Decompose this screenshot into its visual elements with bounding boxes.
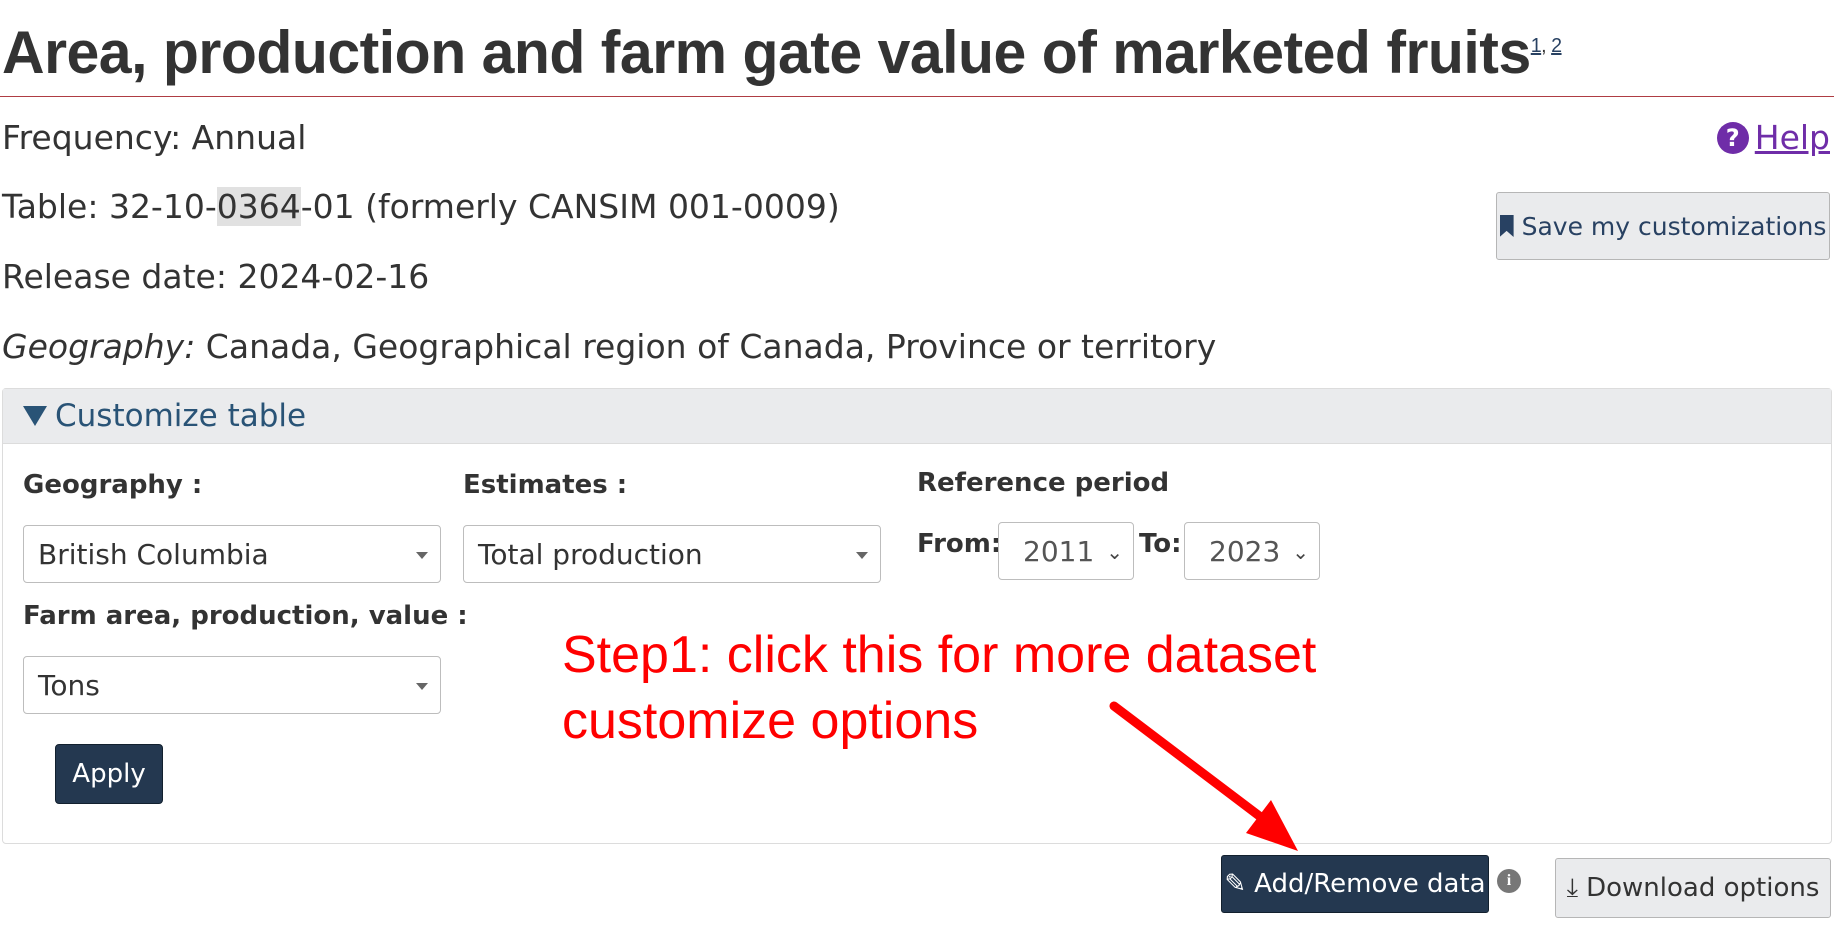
download-icon: ⤓ xyxy=(1566,872,1579,903)
apply-button[interactable]: Apply xyxy=(55,744,163,804)
table-id-prefix: Table: 32-10- xyxy=(2,187,217,226)
geography-field-label: Geography : xyxy=(23,470,203,500)
farm-area-select-value: Tons xyxy=(38,668,100,702)
customize-table-header: Customize table xyxy=(55,398,307,434)
chevron-down-icon: ⌄ xyxy=(1106,540,1123,564)
help-label: Help xyxy=(1754,118,1830,157)
caret-down-icon xyxy=(416,683,428,690)
table-id-highlight: 0364 xyxy=(216,187,301,226)
chevron-down-icon: ⌄ xyxy=(1292,540,1309,564)
footnote-1-link[interactable]: 1 xyxy=(1531,35,1542,57)
reference-period-label: Reference period xyxy=(917,468,1170,498)
triangle-down-icon xyxy=(23,406,47,426)
footnote-separator: , xyxy=(1541,35,1547,57)
pencil-icon: ✎ xyxy=(1224,869,1247,899)
table-id-text: Table: 32-10-0364-01 (formerly CANSIM 00… xyxy=(2,187,840,226)
from-label: From: xyxy=(917,529,1002,559)
estimates-select[interactable]: Total production xyxy=(463,525,881,583)
page-title: Area, production and farm gate value of … xyxy=(2,18,1562,87)
bookmark-icon xyxy=(1499,215,1514,237)
to-label: To: xyxy=(1139,529,1182,559)
geography-select-value: British Columbia xyxy=(38,537,269,571)
geography-select[interactable]: British Columbia xyxy=(23,525,441,583)
page-title-text: Area, production and farm gate value of … xyxy=(2,19,1531,86)
caret-down-icon xyxy=(416,552,428,559)
footnotes: 1, 2 xyxy=(1531,35,1562,57)
from-year-value: 2011 xyxy=(1023,534,1095,568)
add-remove-data-label: Add/Remove data xyxy=(1254,869,1486,899)
caret-down-icon xyxy=(856,552,868,559)
geography-text: Geography: Canada, Geographical region o… xyxy=(2,327,1216,366)
farm-area-field-label: Farm area, production, value : xyxy=(23,601,468,631)
table-id-suffix: -01 (formerly CANSIM 001-0009) xyxy=(300,187,840,226)
question-circle-icon: ? xyxy=(1716,121,1749,154)
add-remove-data-button[interactable]: ✎ Add/Remove data xyxy=(1221,855,1489,913)
annotation-text: Step1: click this for more dataset custo… xyxy=(562,626,1317,750)
title-divider xyxy=(0,96,1834,97)
page-root: Area, production and farm gate value of … xyxy=(0,0,1834,926)
to-year-select[interactable]: 2023 ⌄ xyxy=(1184,522,1320,580)
info-icon[interactable]: i xyxy=(1497,869,1521,893)
frequency-text: Frequency: Annual xyxy=(2,118,307,157)
save-customizations-button[interactable]: Save my customizations xyxy=(1496,192,1830,260)
customize-table-toggle[interactable]: Customize table xyxy=(3,389,1831,444)
release-date-text: Release date: 2024-02-16 xyxy=(2,257,430,296)
save-customizations-label: Save my customizations xyxy=(1521,211,1827,241)
from-year-select[interactable]: 2011 ⌄ xyxy=(998,522,1134,580)
footnote-2-link[interactable]: 2 xyxy=(1551,35,1562,57)
geography-label: Geography: xyxy=(2,327,196,366)
download-options-button[interactable]: ⤓ Download options xyxy=(1555,858,1831,918)
to-year-value: 2023 xyxy=(1209,534,1281,568)
help-link[interactable]: ? Help xyxy=(1716,118,1830,157)
estimates-field-label: Estimates : xyxy=(463,470,628,500)
download-options-label: Download options xyxy=(1586,873,1820,903)
farm-area-select[interactable]: Tons xyxy=(23,656,441,714)
estimates-select-value: Total production xyxy=(478,537,703,571)
geography-value: Canada, Geographical region of Canada, P… xyxy=(195,327,1217,366)
